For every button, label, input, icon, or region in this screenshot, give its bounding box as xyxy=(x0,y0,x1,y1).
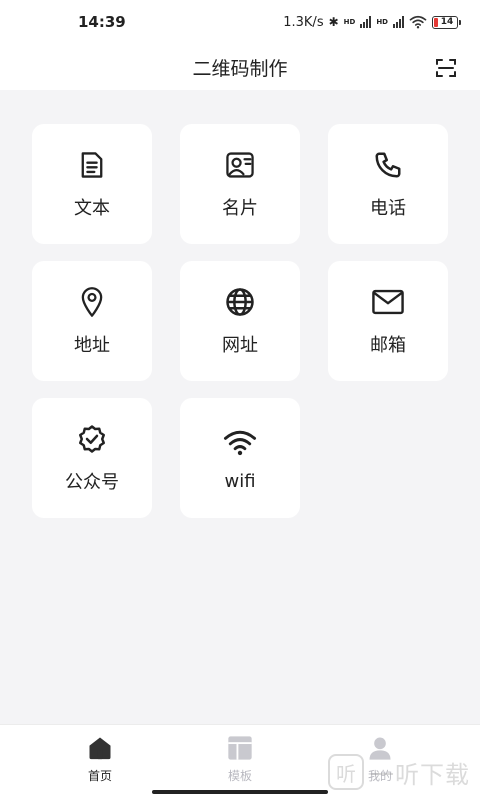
card-label: 地址 xyxy=(74,335,110,356)
nav-home[interactable]: 首页 xyxy=(50,725,150,784)
card-url[interactable]: 网址 xyxy=(180,261,300,381)
verified-badge-icon xyxy=(75,422,109,456)
battery-level: 14 xyxy=(440,17,454,27)
wifi-icon xyxy=(223,425,257,459)
title-bar: 二维码制作 xyxy=(0,44,480,90)
card-email[interactable]: 邮箱 xyxy=(328,261,448,381)
status-icons: 1.3K/s ✱ HD HD 14 xyxy=(283,14,461,30)
card-label: 网址 xyxy=(222,335,258,356)
card-business-card[interactable]: 名片 xyxy=(180,124,300,244)
card-label: wifi xyxy=(224,470,256,492)
home-indicator xyxy=(152,790,328,794)
card-label: 文本 xyxy=(74,198,110,219)
signal-icon-1 xyxy=(360,16,372,28)
card-phone[interactable]: 电话 xyxy=(328,124,448,244)
signal-icon-2 xyxy=(393,16,404,28)
battery-icon: 14 xyxy=(432,15,461,29)
wifi-status-icon xyxy=(409,15,427,29)
card-label: 公众号 xyxy=(65,472,119,493)
network-speed: 1.3K/s xyxy=(283,14,324,30)
watermark-logo-icon: 听 xyxy=(328,754,364,790)
scan-icon xyxy=(436,59,456,77)
status-time: 14:39 xyxy=(78,13,126,31)
nav-label: 模板 xyxy=(227,769,252,783)
business-card-icon xyxy=(223,148,257,182)
home-icon xyxy=(85,733,115,763)
card-text[interactable]: 文本 xyxy=(32,124,152,244)
card-address[interactable]: 地址 xyxy=(32,261,152,381)
page-title: 二维码制作 xyxy=(192,57,288,80)
bluetooth-icon: ✱ xyxy=(328,15,339,29)
card-wifi[interactable]: wifi xyxy=(180,398,300,518)
document-icon xyxy=(75,148,109,182)
location-pin-icon xyxy=(75,285,109,319)
nav-label: 首页 xyxy=(87,769,112,783)
hd-label-2: HD xyxy=(376,18,388,26)
qr-type-grid: 文本 名片 电话 地址 网址 邮箱 公众号 wifi xyxy=(32,124,448,518)
watermark: 听 一听下载 xyxy=(328,754,470,790)
card-official-account[interactable]: 公众号 xyxy=(32,398,152,518)
card-label: 邮箱 xyxy=(370,335,406,356)
template-icon xyxy=(225,733,255,763)
card-label: 电话 xyxy=(370,198,406,219)
card-label: 名片 xyxy=(222,198,258,219)
watermark-text: 一听下载 xyxy=(370,760,470,789)
globe-icon xyxy=(223,285,257,319)
nav-templates[interactable]: 模板 xyxy=(190,725,290,784)
phone-icon xyxy=(371,148,405,182)
mail-icon xyxy=(371,285,405,319)
scan-button[interactable] xyxy=(434,56,458,80)
status-bar: 14:39 1.3K/s ✱ HD HD 14 xyxy=(0,0,480,44)
hd-label-1: HD xyxy=(343,18,356,26)
